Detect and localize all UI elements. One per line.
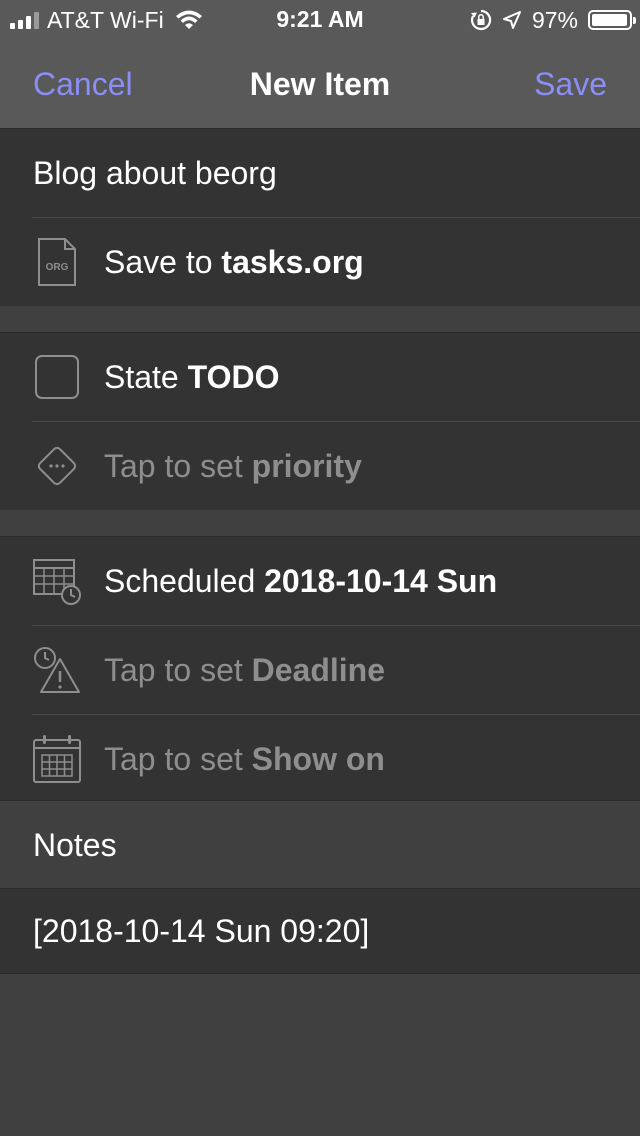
battery-icon xyxy=(588,10,636,30)
deadline-label: Tap to set Deadline xyxy=(104,652,385,689)
battery-percent: 97% xyxy=(531,6,578,33)
priority-prefix: Tap to set xyxy=(104,447,243,484)
notes-header-row: Notes xyxy=(0,801,640,889)
save-button[interactable]: Save xyxy=(534,66,607,103)
calendar-icon xyxy=(32,729,82,789)
state-checkbox-icon[interactable] xyxy=(32,347,82,407)
dates-group: Scheduled 2018-10-14 Sun Tap to set Dead… xyxy=(0,536,640,803)
priority-value: priority xyxy=(251,447,362,484)
show-on-row[interactable]: Tap to set Show on xyxy=(0,715,640,803)
scheduled-row[interactable]: Scheduled 2018-10-14 Sun xyxy=(0,537,640,625)
deadline-value: Deadline xyxy=(251,651,386,688)
state-value: TODO xyxy=(187,358,280,395)
scheduled-prefix: Scheduled xyxy=(104,562,256,599)
status-right: 97% xyxy=(470,6,636,34)
show-on-prefix: Tap to set xyxy=(104,740,243,777)
state-group: State TODO Tap to set priority xyxy=(0,332,640,510)
scheduled-value: 2018-10-14 Sun xyxy=(264,562,498,599)
item-group: Blog about beorg ORG Save to tasks.org xyxy=(0,129,640,306)
deadline-prefix: Tap to set xyxy=(104,651,243,688)
notes-group: [2018-10-14 Sun 09:20] xyxy=(0,888,640,974)
priority-row[interactable]: Tap to set priority xyxy=(0,422,640,510)
scheduled-icon xyxy=(32,551,82,611)
title-row[interactable]: Blog about beorg xyxy=(0,129,640,217)
priority-label: Tap to set priority xyxy=(104,448,362,485)
status-bar: AT&T Wi-Fi 9:21 AM 97% xyxy=(0,0,640,40)
show-on-label: Tap to set Show on xyxy=(104,741,385,778)
notes-row[interactable]: [2018-10-14 Sun 09:20] xyxy=(0,889,640,973)
state-prefix: State xyxy=(104,358,179,395)
show-on-value: Show on xyxy=(251,740,385,777)
save-to-label: Save to tasks.org xyxy=(104,244,364,281)
scheduled-label: Scheduled 2018-10-14 Sun xyxy=(104,563,497,600)
save-to-row[interactable]: ORG Save to tasks.org xyxy=(0,218,640,306)
deadline-row[interactable]: Tap to set Deadline xyxy=(0,626,640,714)
rotation-lock-icon xyxy=(470,9,492,31)
notes-header-group: Notes xyxy=(0,800,640,889)
priority-icon xyxy=(32,436,82,496)
battery-fill xyxy=(592,14,627,26)
navigation-bar: Cancel New Item Save xyxy=(0,40,640,129)
save-to-prefix: Save to xyxy=(104,243,213,280)
save-to-file: tasks.org xyxy=(221,243,364,280)
deadline-icon xyxy=(32,640,82,700)
location-icon xyxy=(502,11,521,29)
state-row[interactable]: State TODO xyxy=(0,333,640,421)
org-file-icon: ORG xyxy=(32,232,82,292)
notes-header: Notes xyxy=(33,826,117,863)
state-label: State TODO xyxy=(104,359,279,396)
notes-content[interactable]: [2018-10-14 Sun 09:20] xyxy=(33,913,369,950)
item-title[interactable]: Blog about beorg xyxy=(33,155,277,192)
svg-text:ORG: ORG xyxy=(46,262,69,273)
